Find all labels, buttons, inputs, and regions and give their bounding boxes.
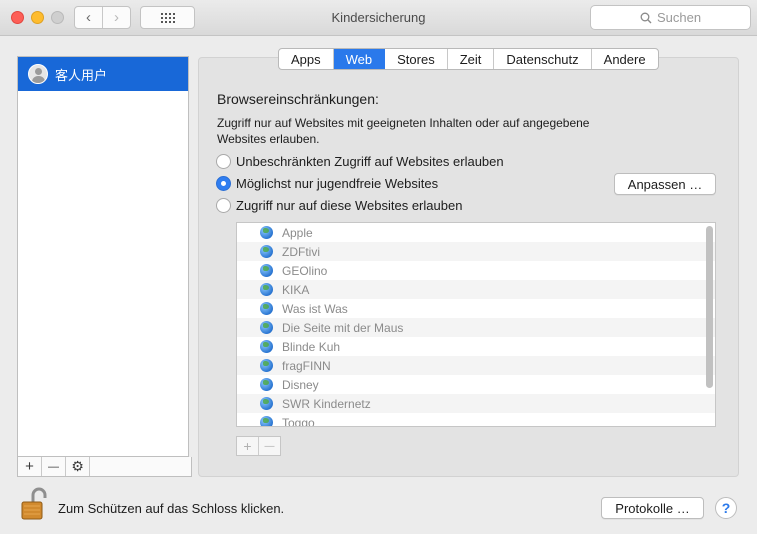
list-item[interactable]: Blinde Kuh [237,337,715,356]
list-item[interactable]: GEOlino [237,261,715,280]
tab-web[interactable]: Web [333,49,386,69]
site-name: Toggo [282,415,315,427]
radio-button[interactable] [216,198,231,213]
globe-icon [260,416,273,426]
site-name: Disney [282,377,319,392]
lock-hint: Zum Schützen auf das Schloss klicken. [58,501,285,516]
user-list-toolbar: + — ⚙ [17,457,192,477]
add-website-button[interactable]: + [237,437,258,455]
minus-icon: — [48,460,59,473]
globe-icon [260,340,273,353]
user-item-guest[interactable]: 客人用户 [18,57,188,91]
site-name: Was ist Was [282,301,348,316]
remove-user-button[interactable]: — [42,457,66,476]
user-name: 客人用户 [55,67,108,83]
customize-button[interactable]: Anpassen … [614,173,716,195]
help-button[interactable]: ? [715,497,737,519]
search-icon [640,12,652,23]
user-options-button[interactable]: ⚙ [66,457,90,476]
list-item[interactable]: ZDFtivi [237,242,715,261]
site-name: Die Seite mit der Maus [282,320,404,335]
list-item[interactable]: Apple [237,223,715,242]
help-icon: ? [721,500,731,516]
globe-icon [260,226,273,239]
minus-icon: — [264,440,275,452]
site-name: Blinde Kuh [282,339,341,354]
site-name: fragFINN [282,358,331,373]
site-name: Apple [282,225,313,240]
radio-button[interactable] [216,154,231,169]
search-placeholder: Suchen [656,10,702,25]
globe-icon [260,359,273,372]
list-item[interactable]: Disney [237,375,715,394]
site-name: ZDFtivi [282,244,320,259]
remove-website-button[interactable]: — [258,437,280,455]
site-name: GEOlino [282,263,328,278]
list-item[interactable]: KIKA [237,280,715,299]
globe-icon [260,283,273,296]
user-list: 客人用户 [17,56,189,457]
website-rows: Apple ZDFtivi GEOlino KIKA Was ist Was D… [237,223,715,427]
website-list-toolbar: + — [236,436,281,456]
list-scrollbar[interactable] [706,226,713,388]
list-item[interactable]: fragFINN [237,356,715,375]
user-avatar-icon [28,64,48,84]
globe-icon [260,264,273,277]
gear-icon: ⚙ [71,458,84,474]
radio-label: Möglichst nur jugendfreie Websites [236,176,439,191]
globe-icon [260,302,273,315]
section-description: Zugriff nur auf Websites mit geeigneten … [217,116,590,146]
allowed-websites-list[interactable]: Apple ZDFtivi GEOlino KIKA Was ist Was D… [236,222,716,427]
site-name: SWR Kindernetz [282,396,371,411]
plus-icon: + [243,438,252,454]
add-user-button[interactable]: + [18,457,42,476]
tab-bar: Apps Web Stores Zeit Datenschutz Andere [278,48,659,70]
tab-datenschutz[interactable]: Datenschutz [494,49,592,69]
radio-button-selected[interactable] [216,176,231,191]
list-item[interactable]: Die Seite mit der Maus [237,318,715,337]
logs-button[interactable]: Protokolle … [601,497,704,519]
radio-adult-limited[interactable]: Möglichst nur jugendfreie Websites [216,176,438,191]
radio-allowed-only[interactable]: Zugriff nur auf diese Websites erlauben [216,198,462,213]
globe-icon [260,397,273,410]
globe-icon [260,321,273,334]
radio-unrestricted[interactable]: Unbeschränkten Zugriff auf Websites erla… [216,154,504,169]
list-item[interactable]: Was ist Was [237,299,715,318]
plus-icon: + [25,458,34,475]
tab-stores[interactable]: Stores [385,49,448,69]
site-name: KIKA [282,282,310,297]
search-field[interactable]: Suchen [590,5,751,30]
lock-icon[interactable] [19,486,49,520]
list-item[interactable]: Toggo [237,413,715,427]
title-bar: ‹ › Kindersicherung Suchen [0,0,757,36]
tab-zeit[interactable]: Zeit [448,49,495,69]
tab-andere[interactable]: Andere [592,49,658,69]
radio-label: Zugriff nur auf diese Websites erlauben [236,198,463,213]
tab-apps[interactable]: Apps [279,49,334,69]
globe-icon [260,245,273,258]
section-heading: Browsereinschränkungen: [217,91,379,107]
list-item[interactable]: SWR Kindernetz [237,394,715,413]
globe-icon [260,378,273,391]
radio-label: Unbeschränkten Zugriff auf Websites erla… [236,154,504,169]
